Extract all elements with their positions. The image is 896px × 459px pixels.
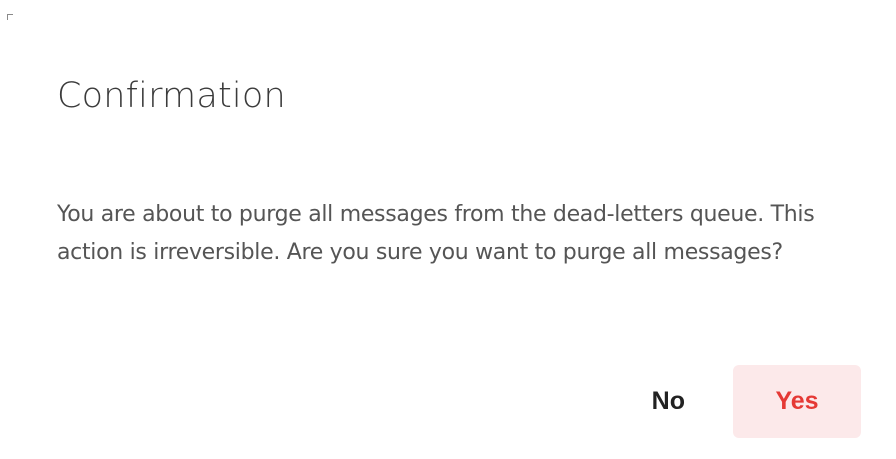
dialog-title: Confirmation	[57, 76, 286, 116]
confirmation-dialog: Confirmation You are about to purge all …	[0, 0, 896, 459]
no-button[interactable]: No	[620, 365, 717, 438]
dialog-message: You are about to purge all messages from…	[57, 202, 815, 265]
dialog-actions: No Yes	[620, 365, 861, 438]
corner-mark	[7, 14, 13, 20]
yes-button[interactable]: Yes	[733, 365, 861, 438]
